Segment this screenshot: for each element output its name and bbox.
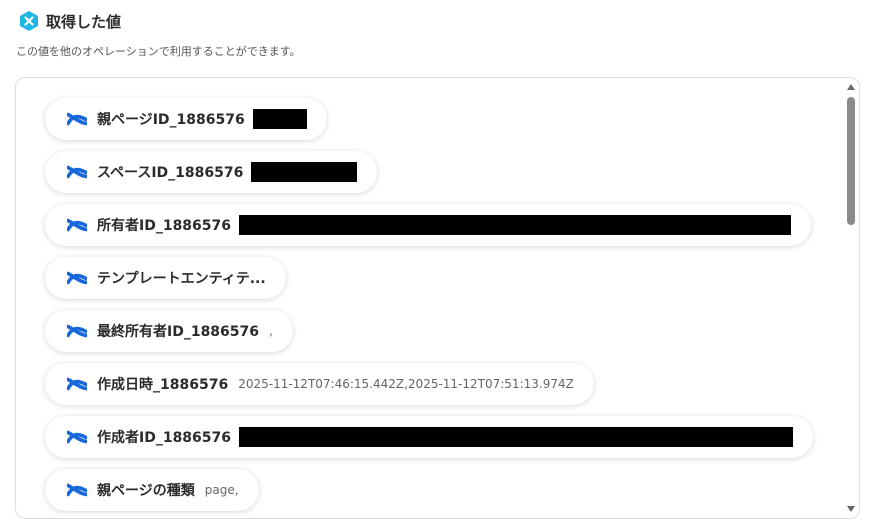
- confluence-icon: [67, 271, 87, 285]
- value-chip[interactable]: 最終所有者ID_1886576 ,: [45, 310, 293, 352]
- redacted-value: [251, 162, 358, 182]
- value-chip[interactable]: 所有者ID_1886576: [45, 204, 812, 246]
- value-label: 最終所有者ID_1886576: [97, 324, 260, 340]
- value-chip[interactable]: 親ページの種類 page,: [45, 469, 259, 511]
- scroll-up-arrow-icon[interactable]: [847, 84, 855, 90]
- value-chip[interactable]: スペースID_1886576: [45, 151, 378, 193]
- confluence-icon: [67, 430, 87, 444]
- confluence-icon: [67, 112, 87, 126]
- values-panel: 親ページID_1886576 スペースID_1886576 所有者ID_1886…: [15, 77, 860, 519]
- confluence-icon: [67, 218, 87, 232]
- value-label: 親ページID_1886576: [97, 112, 245, 128]
- value-text: 2025-11-12T07:46:15.442Z,2025-11-12T07:5…: [238, 377, 574, 391]
- scroll-down-arrow-icon[interactable]: [847, 506, 855, 512]
- value-label: スペースID_1886576: [97, 165, 244, 181]
- value-label: 作成者ID_1886576: [97, 430, 232, 446]
- redacted-value: [239, 215, 792, 235]
- value-chip[interactable]: 親ページID_1886576: [45, 98, 327, 140]
- confluence-icon: [67, 165, 87, 179]
- redacted-value: [239, 427, 794, 447]
- confluence-icon: [67, 324, 87, 338]
- vertical-scrollbar[interactable]: [843, 78, 859, 518]
- value-chip[interactable]: テンプレートエンティテ...: [45, 257, 286, 299]
- value-chip[interactable]: 作成日時_1886576 2025-11-12T07:46:15.442Z,20…: [45, 363, 594, 405]
- values-list: 親ページID_1886576 スペースID_1886576 所有者ID_1886…: [16, 78, 843, 518]
- section-description: この値を他のオペレーションで利用することができます。: [16, 45, 301, 58]
- scrollbar-thumb[interactable]: [847, 97, 855, 225]
- yoom-hex-icon: [18, 10, 40, 32]
- confluence-icon: [67, 483, 87, 497]
- section-header: 取得した値: [18, 10, 121, 32]
- value-text: page,: [204, 483, 239, 497]
- redacted-value: [252, 109, 307, 129]
- section-title: 取得した値: [46, 12, 122, 31]
- value-label: 親ページの種類: [97, 483, 195, 499]
- value-label: 作成日時_1886576: [97, 377, 229, 393]
- value-label: 所有者ID_1886576: [97, 218, 232, 234]
- confluence-icon: [67, 377, 87, 391]
- value-text: ,: [269, 324, 273, 338]
- value-chip[interactable]: 作成者ID_1886576: [45, 416, 814, 458]
- value-label: テンプレートエンティテ...: [97, 271, 266, 287]
